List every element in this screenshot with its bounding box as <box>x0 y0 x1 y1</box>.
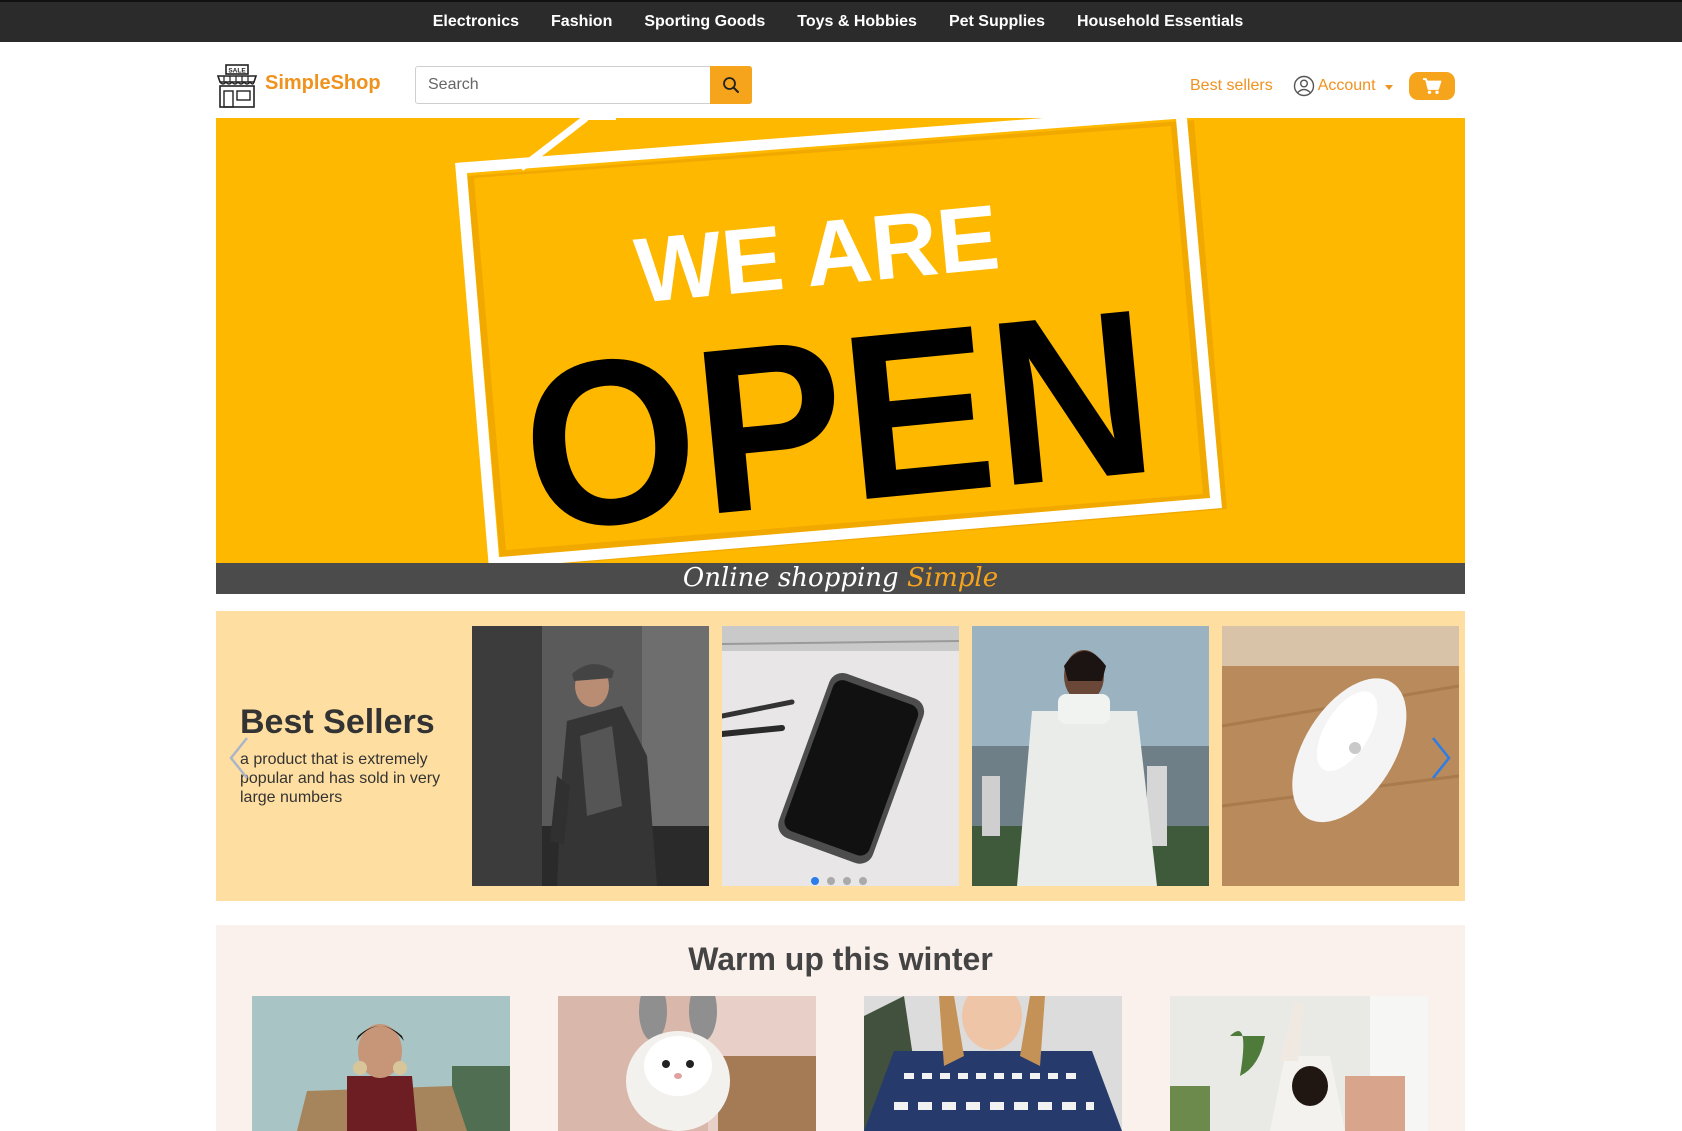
carousel-next-button[interactable] <box>1430 736 1452 785</box>
winter-card-holiday-sweater[interactable] <box>864 996 1122 1131</box>
carousel-dot-1[interactable] <box>811 877 819 885</box>
category-sporting-goods[interactable]: Sporting Goods <box>628 13 781 31</box>
man-in-coat-photo <box>472 626 709 886</box>
category-bar: Electronics Fashion Sporting Goods Toys … <box>0 0 1682 42</box>
winter-title: Warm up this winter <box>688 941 993 977</box>
best-sellers-description: a product that is extremely popular and … <box>240 751 441 806</box>
cart-icon <box>1422 78 1441 94</box>
winter-card-plush-bunny[interactable] <box>558 996 816 1131</box>
account-dropdown[interactable]: Account <box>1293 75 1393 97</box>
hero-caption-accent: Simple <box>906 563 999 593</box>
carousel-dot-4[interactable] <box>859 877 867 885</box>
chevron-left-icon <box>229 737 248 779</box>
winter-card-stretching[interactable] <box>1170 996 1428 1131</box>
chevron-right-icon <box>1432 737 1451 779</box>
carousel-prev-button[interactable] <box>228 736 250 785</box>
carousel-pagination <box>811 877 867 885</box>
carousel-dot-2[interactable] <box>827 877 835 885</box>
product-card-man-in-coat[interactable] <box>472 626 709 886</box>
best-sellers-section: Best Sellers a product that is extremely… <box>216 611 1465 901</box>
category-pet-supplies[interactable]: Pet Supplies <box>933 13 1061 31</box>
header-nav: Best sellers Account <box>1190 72 1455 100</box>
chevron-down-icon <box>1384 84 1393 90</box>
open-sign-graphic: WE ARE OPEN <box>455 118 1227 581</box>
category-electronics[interactable]: Electronics <box>417 13 535 31</box>
holiday-sweater-photo <box>864 996 1122 1131</box>
product-card-smartphone[interactable] <box>722 626 959 886</box>
cart-button[interactable] <box>1408 72 1455 100</box>
product-card-mouse[interactable] <box>1222 626 1459 886</box>
category-household-essentials[interactable]: Household Essentials <box>1061 13 1259 31</box>
woman-white-coat-photo <box>972 626 1209 886</box>
wireless-mouse-photo <box>1222 626 1459 886</box>
svg-text:SALE: SALE <box>228 68 246 75</box>
best-sellers-intro: Best Sellers a product that is extremely… <box>240 703 445 807</box>
user-circle-icon <box>1293 75 1314 97</box>
hero-banner[interactable]: WE ARE OPEN Online shopping Simple <box>216 118 1465 594</box>
shop-icon: SALE <box>216 64 258 108</box>
carousel-dot-3[interactable] <box>843 877 851 885</box>
search-icon <box>723 77 739 93</box>
hero-caption: Online shopping Simple <box>216 563 1465 594</box>
winter-card-trench-coat[interactable] <box>252 996 510 1131</box>
stretching-woman-photo <box>1170 996 1428 1131</box>
hero-caption-prefix: Online shopping <box>682 563 907 593</box>
logo-text: SimpleShop <box>265 71 381 94</box>
woman-trench-coat-photo <box>252 996 510 1131</box>
category-fashion[interactable]: Fashion <box>535 13 628 31</box>
best-sellers-link[interactable]: Best sellers <box>1190 77 1273 95</box>
category-toys-hobbies[interactable]: Toys & Hobbies <box>781 13 933 31</box>
best-sellers-title: Best Sellers <box>240 703 435 741</box>
account-label: Account <box>1317 77 1376 94</box>
search-button[interactable] <box>710 66 752 104</box>
winter-section: Warm up this winter <box>216 925 1465 1131</box>
search-bar <box>415 66 752 104</box>
site-logo[interactable]: SALE SimpleShop <box>216 64 381 108</box>
search-input[interactable] <box>416 67 710 103</box>
smartphone-photo <box>722 626 959 886</box>
product-card-white-coat[interactable] <box>972 626 1209 886</box>
plush-bunny-photo <box>558 996 816 1131</box>
